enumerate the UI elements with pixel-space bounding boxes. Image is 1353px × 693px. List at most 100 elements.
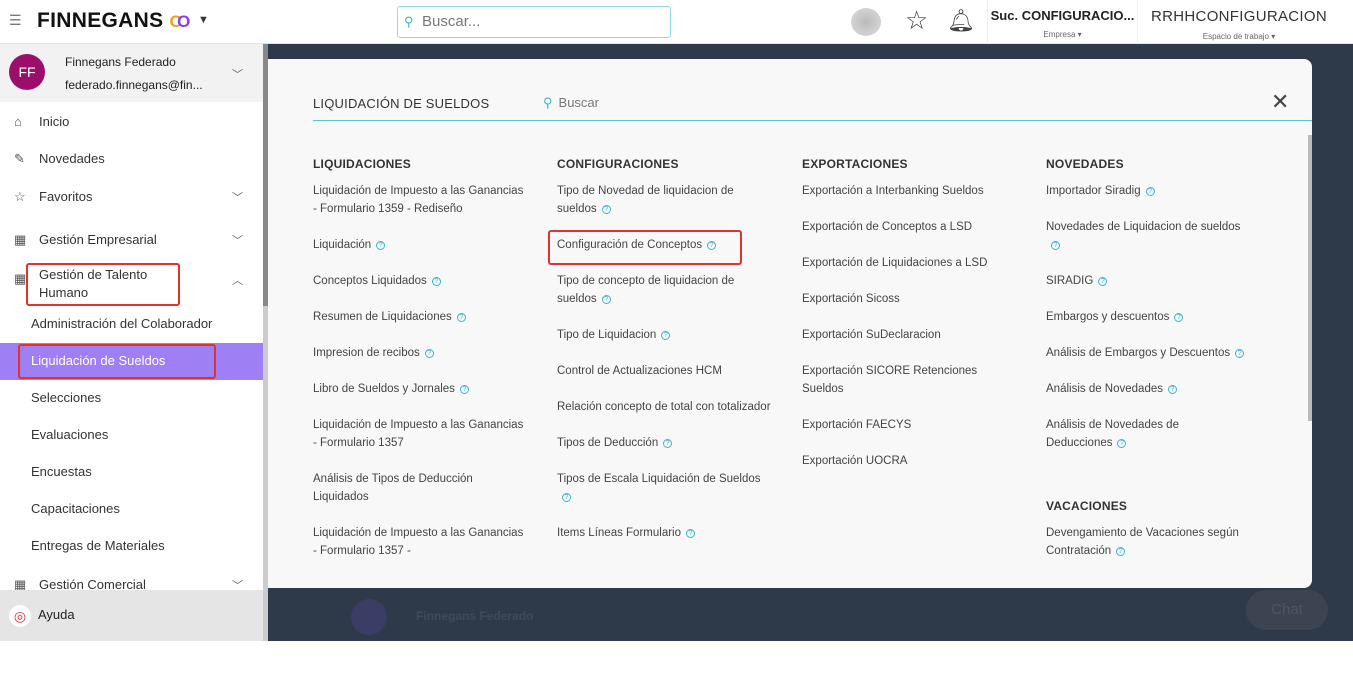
sidebar-subitem[interactable]: Administración del Colaborador xyxy=(31,316,212,331)
company-label: Empresa ▾ xyxy=(1043,30,1082,39)
menu-link-label: Exportación de Liquidaciones a LSD xyxy=(802,257,988,269)
help-icon[interactable]: ? xyxy=(456,313,466,322)
menu-link[interactable]: Tipos de Deducción? xyxy=(557,434,772,452)
help-icon[interactable]: ? xyxy=(1145,187,1155,196)
brand-dropdown-icon[interactable]: ▼ xyxy=(198,14,209,26)
sidebar-item-label: Gestión Empresarial xyxy=(39,232,157,247)
notifications-bell-icon[interactable]: 🔔︎ xyxy=(947,8,975,34)
chat-button[interactable]: Chat xyxy=(1246,590,1328,630)
modal-search-placeholder: Buscar xyxy=(558,95,599,110)
menu-link[interactable]: Tipo de concepto de liquidacion de sueld… xyxy=(557,272,772,308)
menu-link[interactable]: Liquidación de Impuesto a las Ganancias … xyxy=(313,416,528,452)
sidebar-subitem[interactable]: Encuestas xyxy=(31,464,92,479)
menu-link-label: Exportación SICORE Retenciones Sueldos xyxy=(802,365,978,395)
column-title: LIQUIDACIONES xyxy=(313,157,411,171)
menu-link[interactable]: Tipo de Liquidacion? xyxy=(557,326,772,344)
menu-link[interactable]: Tipo de Novedad de liquidacion de sueldo… xyxy=(557,182,772,218)
column-liquidaciones: LIQUIDACIONES Liquidación de Impuesto a l… xyxy=(313,157,528,578)
menu-link[interactable]: Análisis de Novedades? xyxy=(1046,380,1246,398)
menu-link[interactable]: Liquidación de Impuesto a las Ganancias … xyxy=(313,182,528,218)
menu-link[interactable]: Exportación SICORE Retenciones Sueldos xyxy=(802,362,1017,398)
search-icon: ⚲ xyxy=(404,14,414,29)
menu-icon[interactable]: ☰ xyxy=(9,12,22,29)
menu-link[interactable]: Exportación Sicoss xyxy=(802,290,1017,308)
sidebar-subitem[interactable]: Evaluaciones xyxy=(31,427,108,442)
top-bar: ☰ FINNEGANS CO ▼ ⚲ Buscar... ☆ 🔔︎ Suc. CO… xyxy=(0,0,1353,44)
help-icon[interactable]: ? xyxy=(1116,547,1126,556)
menu-link[interactable]: Liquidación de Impuesto a las Ganancias … xyxy=(313,524,528,560)
user-name: Finnegans Federado xyxy=(65,55,176,69)
help-icon[interactable]: ? xyxy=(1174,313,1184,322)
menu-link-label: Libro de Sueldos y Jornales xyxy=(313,383,455,395)
assistant-icon[interactable] xyxy=(851,8,881,36)
help-icon[interactable]: ? xyxy=(1235,349,1245,358)
menu-link[interactable]: Conceptos Liquidados? xyxy=(313,272,528,290)
highlight-box xyxy=(548,230,742,265)
menu-link[interactable]: Exportación de Conceptos a LSD xyxy=(802,218,1017,236)
menu-link[interactable]: Devengamiento de Vacaciones según Contra… xyxy=(1046,524,1246,560)
menu-link[interactable]: Exportación UOCRA xyxy=(802,452,1017,470)
menu-link[interactable]: Exportación a Interbanking Sueldos xyxy=(802,182,1017,200)
search-input[interactable]: ⚲ Buscar... xyxy=(397,6,671,38)
menu-link[interactable]: Impresion de recibos? xyxy=(313,344,528,362)
sidebar-item-label: Favoritos xyxy=(39,189,93,204)
menu-link[interactable]: Análisis de Embargos y Descuentos? xyxy=(1046,344,1246,362)
help-icon[interactable]: ? xyxy=(661,331,671,340)
sidebar-item-label: Inicio xyxy=(39,114,70,129)
menu-link[interactable]: Control de Actualizaciones HCM xyxy=(557,362,772,380)
menu-link-label: Liquidación xyxy=(313,239,372,251)
help-icon[interactable]: ? xyxy=(459,385,469,394)
user-email: federado.finnegans@fin... xyxy=(65,78,203,92)
modal-search-input[interactable]: ⚲ Buscar xyxy=(543,95,599,111)
chevron-down-icon[interactable]: ﹀ xyxy=(232,66,243,82)
menu-link[interactable]: Relación concepto de total con totalizad… xyxy=(557,398,772,416)
close-icon[interactable]: ✕ xyxy=(1271,89,1289,115)
menu-link[interactable]: Tipos de Escala Liquidación de Sueldos? xyxy=(557,470,772,506)
help-icon[interactable]: ? xyxy=(663,439,673,448)
menu-link-label: Liquidación de Impuesto a las Ganancias … xyxy=(313,185,524,215)
menu-link[interactable]: Exportación FAECYS xyxy=(802,416,1017,434)
menu-link[interactable]: Resumen de Liquidaciones? xyxy=(313,308,528,326)
menu-link[interactable]: Liquidación? xyxy=(313,236,528,254)
menu-link[interactable]: Exportación SuDeclaracion xyxy=(802,326,1017,344)
workspace-selector[interactable]: RRHHCONFIGURACION Espacio de trabajo ▾ xyxy=(1139,0,1339,44)
menu-link[interactable]: Análisis de Tipos de Deducción Liquidado… xyxy=(313,470,528,506)
building-icon: ▦ xyxy=(14,232,27,247)
menu-link-label: Tipos de Deducción xyxy=(557,437,659,449)
menu-link-label: Conceptos Liquidados xyxy=(313,275,427,287)
company-selector[interactable]: Suc. CONFIGURACIO... Empresa ▾ xyxy=(987,0,1138,44)
help-icon[interactable]: ? xyxy=(562,493,571,502)
help-icon[interactable]: ? xyxy=(601,205,611,214)
brand-logo[interactable]: FINNEGANS CO xyxy=(37,9,191,33)
sidebar-subitem[interactable]: Capacitaciones xyxy=(31,501,120,516)
help-icon[interactable]: ? xyxy=(601,295,611,304)
menu-link-label: Análisis de Embargos y Descuentos xyxy=(1046,347,1231,359)
menu-link[interactable]: Items Líneas Formulario? xyxy=(557,524,772,542)
help-icon[interactable]: ? xyxy=(686,529,695,538)
menu-link[interactable]: Libro de Sueldos y Jornales? xyxy=(313,380,528,398)
menu-link-label: Importador Siradig xyxy=(1046,185,1141,197)
menu-link[interactable]: Exportación de Liquidaciones a LSD xyxy=(802,254,1017,272)
menu-link-label: Exportación UOCRA xyxy=(802,455,908,467)
menu-link-label: Exportación Sicoss xyxy=(802,293,900,305)
menu-link[interactable]: SIRADIG? xyxy=(1046,272,1246,290)
menu-link[interactable]: Análisis de Novedades de Deducciones? xyxy=(1046,416,1246,452)
favorites-star-icon[interactable]: ☆ xyxy=(905,5,928,36)
chat-label: Chat xyxy=(1271,601,1303,618)
help-icon[interactable]: ? xyxy=(376,241,386,250)
help-button[interactable]: ◎ Ayuda xyxy=(0,590,263,641)
help-icon[interactable]: ? xyxy=(1051,241,1060,250)
modal-scrollbar[interactable] xyxy=(1308,135,1312,421)
sidebar-subitem[interactable]: Entregas de Materiales xyxy=(31,538,165,553)
menu-link[interactable]: Importador Siradig? xyxy=(1046,182,1246,200)
modal-title: LIQUIDACIÓN DE SUELDOS xyxy=(313,96,490,111)
sidebar-subitem[interactable]: Selecciones xyxy=(31,390,101,405)
help-icon[interactable]: ? xyxy=(1098,277,1108,286)
help-icon[interactable]: ? xyxy=(1168,385,1177,394)
user-profile[interactable]: FF Finnegans Federado federado.finnegans… xyxy=(0,44,263,102)
menu-link[interactable]: Embargos y descuentos? xyxy=(1046,308,1246,326)
help-icon[interactable]: ? xyxy=(431,277,441,286)
help-icon[interactable]: ? xyxy=(1117,439,1127,448)
help-icon[interactable]: ? xyxy=(424,349,434,358)
menu-link[interactable]: Novedades de Liquidacion de sueldos? xyxy=(1046,218,1246,254)
